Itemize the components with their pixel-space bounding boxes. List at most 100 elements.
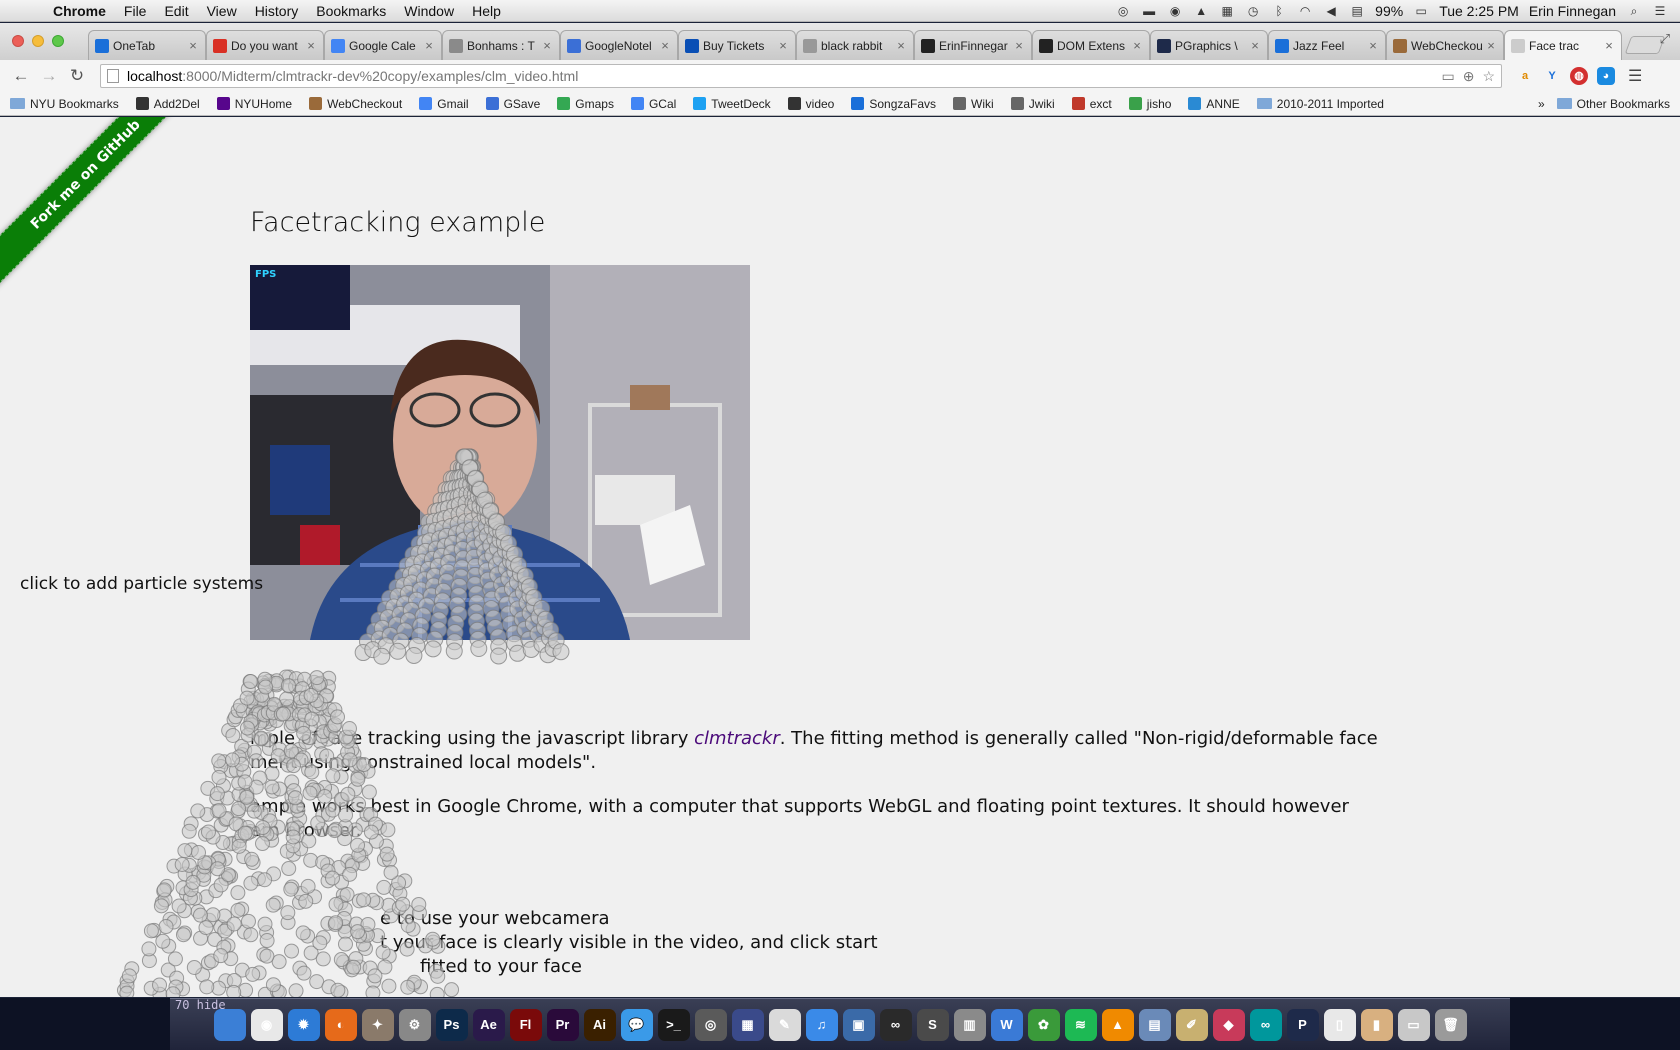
back-button[interactable]: ← <box>10 66 32 86</box>
window-close-button[interactable] <box>12 35 24 47</box>
clock[interactable]: Tue 2:25 PM <box>1439 3 1519 19</box>
address-bar[interactable]: localhost :8000/Midterm/clmtrackr-dev%20… <box>100 64 1502 88</box>
bookmark-item[interactable]: jisho <box>1128 97 1171 111</box>
menu-edit[interactable]: Edit <box>155 3 197 19</box>
vlc-icon[interactable]: ▲ <box>1101 1008 1134 1041</box>
terminal-icon[interactable]: >_ <box>657 1008 690 1041</box>
flame-icon[interactable]: ▲ <box>1193 5 1209 17</box>
tab-close-icon[interactable]: × <box>1485 38 1497 53</box>
tab-close-icon[interactable]: × <box>659 38 671 53</box>
bookmark-item[interactable]: Gmail <box>419 97 469 111</box>
amazon-extension-icon[interactable]: a <box>1516 67 1534 85</box>
adblock-extension-icon[interactable]: ◍ <box>1570 67 1588 85</box>
battery-icon[interactable]: ▭ <box>1413 5 1429 17</box>
ghostery-extension-icon[interactable]: ◕ <box>1597 67 1615 85</box>
tab-close-icon[interactable]: × <box>1603 38 1615 53</box>
spotlight-search-icon[interactable]: ⌕ <box>1626 5 1642 17</box>
memory-icon[interactable]: ▦ <box>1219 5 1235 17</box>
menu-bookmarks[interactable]: Bookmarks <box>307 3 395 19</box>
calculator-icon[interactable]: ▥ <box>953 1008 986 1041</box>
browser-tab[interactable]: ErinFinnegar × <box>914 30 1032 60</box>
browser-tab[interactable]: Google Cale × <box>324 30 442 60</box>
camera-icon[interactable]: ◎ <box>694 1008 727 1041</box>
menu-help[interactable]: Help <box>463 3 510 19</box>
window-minimize-button[interactable] <box>32 35 44 47</box>
clmtrackr-link[interactable]: clmtrackr <box>694 728 780 749</box>
camera-permission-icon[interactable]: ▭ <box>1441 68 1454 85</box>
textedit-icon[interactable]: ✎ <box>768 1008 801 1041</box>
browser-tab[interactable]: Bonhams : T × <box>442 30 560 60</box>
bookmark-item[interactable]: SongzaFavs <box>851 97 936 111</box>
browser-tab[interactable]: Do you want × <box>206 30 324 60</box>
preview-icon[interactable]: ▣ <box>842 1008 875 1041</box>
github-ribbon-link[interactable]: Fork me on GitHub <box>0 117 200 289</box>
itunes-icon[interactable]: ♫ <box>805 1008 838 1041</box>
tab-close-icon[interactable]: × <box>423 38 435 53</box>
tab-close-icon[interactable]: × <box>1131 38 1143 53</box>
menu-view[interactable]: View <box>198 3 246 19</box>
menu-file[interactable]: File <box>115 3 156 19</box>
bookmark-item[interactable]: NYUHome <box>216 97 292 111</box>
other-bookmarks-folder[interactable]: Other Bookmarks <box>1556 97 1670 111</box>
premiere-icon[interactable]: Pr <box>546 1008 579 1041</box>
zoom-icon[interactable]: ⊕ <box>1463 68 1475 85</box>
wunderlist-icon[interactable]: W <box>990 1008 1023 1041</box>
cat-icon[interactable]: ✦ <box>361 1008 394 1041</box>
binoculars-icon[interactable]: ∞ <box>879 1008 912 1041</box>
user-name[interactable]: Erin Finnegan <box>1529 3 1616 19</box>
spotify-icon[interactable]: ≋ <box>1064 1008 1097 1041</box>
menu-window[interactable]: Window <box>395 3 463 19</box>
battery-percent[interactable]: 99% <box>1375 3 1403 19</box>
bookmark-item[interactable]: video <box>787 97 834 111</box>
tab-close-icon[interactable]: × <box>1367 38 1379 53</box>
menu-app-name[interactable]: Chrome <box>44 3 115 19</box>
browser-tab[interactable]: black rabbit × <box>796 30 914 60</box>
browser-tab[interactable]: PGraphics \ × <box>1150 30 1268 60</box>
window-zoom-button[interactable] <box>52 35 64 47</box>
trash-icon[interactable]: 🗑 <box>1434 1008 1467 1041</box>
bookmark-item[interactable]: ANNE <box>1188 97 1240 111</box>
document-icon[interactable]: ▯ <box>1323 1008 1356 1041</box>
battery-saver-icon[interactable]: ▬ <box>1141 5 1157 17</box>
tab-close-icon[interactable]: × <box>541 38 553 53</box>
tab-close-icon[interactable]: × <box>305 38 317 53</box>
browser-tab[interactable]: WebCheckou × <box>1386 30 1504 60</box>
notification-center-icon[interactable]: ☰ <box>1652 5 1668 17</box>
browser-tab[interactable]: OneTab × <box>88 30 206 60</box>
tab-close-icon[interactable]: × <box>187 38 199 53</box>
preferences-icon[interactable]: ⚙ <box>398 1008 431 1041</box>
bookmark-item[interactable]: Wiki <box>953 97 994 111</box>
tab-close-icon[interactable]: × <box>1249 38 1261 53</box>
flag-icon[interactable]: ▤ <box>1349 5 1365 17</box>
bookmark-item[interactable]: exct <box>1071 97 1112 111</box>
aftereffects-icon[interactable]: Ae <box>472 1008 505 1041</box>
browser-tab[interactable]: Buy Tickets × <box>678 30 796 60</box>
tab-close-icon[interactable]: × <box>777 38 789 53</box>
menu-history[interactable]: History <box>246 3 308 19</box>
browser-tab[interactable]: DOM Extens × <box>1032 30 1150 60</box>
bookmarks-overflow-button[interactable]: » <box>1538 97 1545 111</box>
tab-close-icon[interactable]: × <box>895 38 907 53</box>
archive-icon[interactable]: ▮ <box>1360 1008 1393 1041</box>
browser-tab[interactable]: Face trac × <box>1504 30 1622 60</box>
forward-button[interactable]: → <box>38 66 60 86</box>
sync-icon[interactable]: ◉ <box>1167 5 1183 17</box>
volume-icon[interactable]: ◀ <box>1323 5 1339 17</box>
firefox-icon[interactable]: ◐ <box>324 1008 357 1041</box>
reload-button[interactable]: ↻ <box>66 66 88 86</box>
illustrator-icon[interactable]: Ai <box>583 1008 616 1041</box>
bookmark-item[interactable]: TweetDeck <box>693 97 771 111</box>
flash-icon[interactable]: Fl <box>509 1008 542 1041</box>
bookmark-item[interactable]: GSave <box>485 97 540 111</box>
tab-close-icon[interactable]: × <box>1013 38 1025 53</box>
growl-icon[interactable]: ✿ <box>1027 1008 1060 1041</box>
photos-icon[interactable]: ▤ <box>1138 1008 1171 1041</box>
bookmark-item[interactable]: Gmaps <box>557 97 614 111</box>
launchpad-icon[interactable]: ▦ <box>731 1008 764 1041</box>
bookmark-item[interactable]: WebCheckout <box>309 97 402 111</box>
bookmark-folder[interactable]: NYU Bookmarks <box>10 97 119 111</box>
bookmark-item[interactable]: GCal <box>630 97 676 111</box>
messages-icon[interactable]: 💬 <box>620 1008 653 1041</box>
onetab-extension-icon[interactable]: Y <box>1543 67 1561 85</box>
pixelmator-icon[interactable]: P <box>1286 1008 1319 1041</box>
